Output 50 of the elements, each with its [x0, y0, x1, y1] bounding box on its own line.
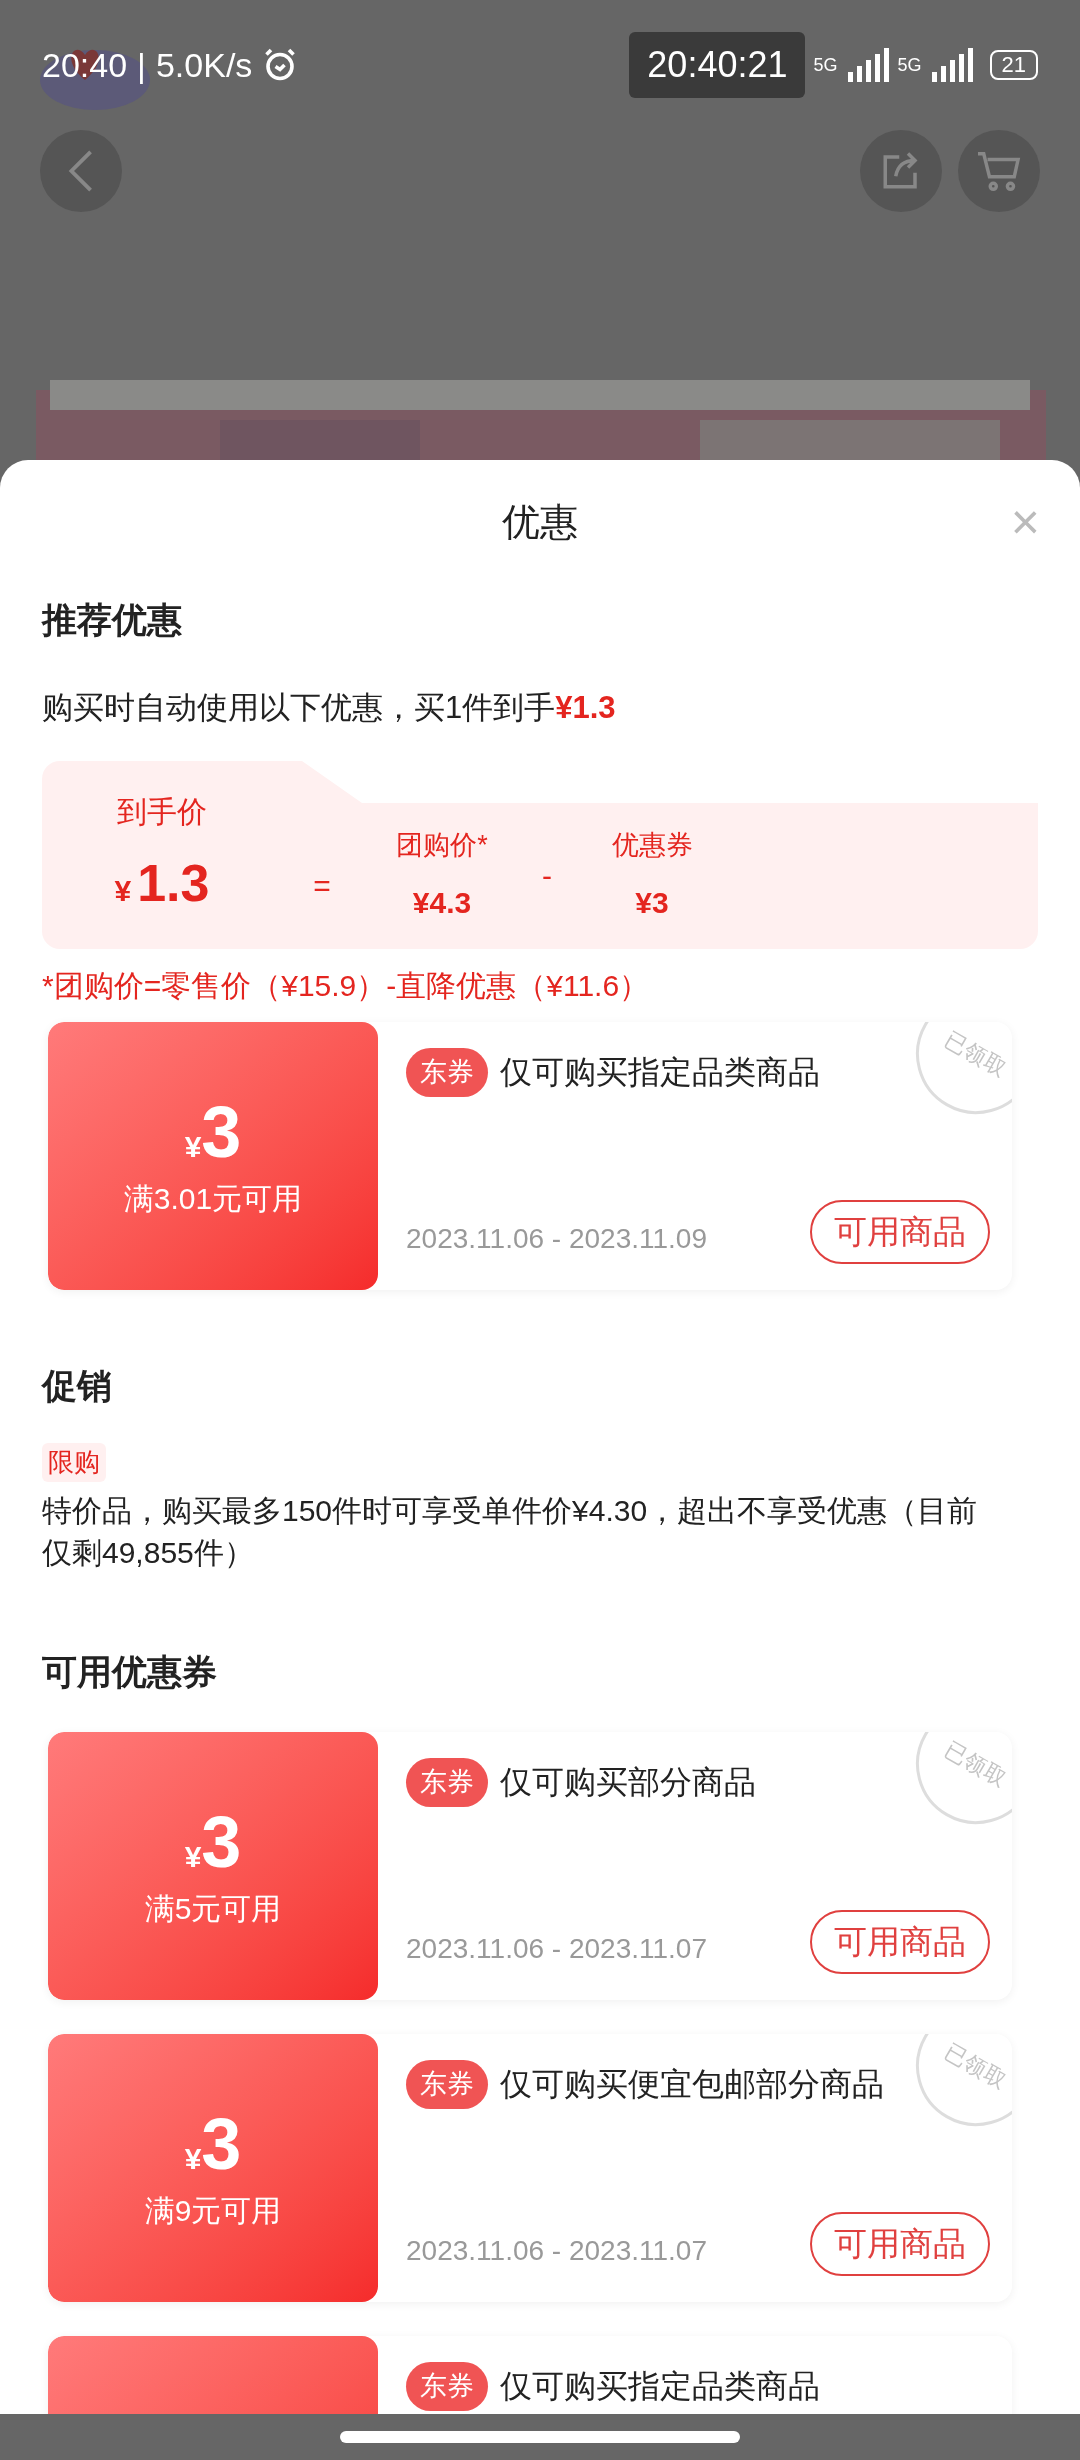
coupon-description: 仅可购买部分商品 — [500, 1763, 756, 1803]
coupon-dates: 2023.11.06 - 2023.11.07 — [406, 2234, 707, 2268]
network-type: 5G — [897, 53, 922, 77]
coupon-dates: 2023.11.06 - 2023.11.07 — [406, 1932, 707, 1966]
price-footnote: *团购价=零售价（¥15.9）-直降优惠（¥11.6） — [42, 968, 651, 1004]
status-separator: | — [137, 44, 146, 86]
currency-sign: ¥ — [184, 1839, 202, 1875]
signal-icon — [845, 48, 890, 82]
available-products-button[interactable]: 可用商品 — [810, 1910, 990, 1974]
coupon-amount: 3 — [201, 2103, 242, 2184]
coupon-price-label: 优惠券 — [611, 829, 693, 863]
coupon-description: 仅可购买便宜包邮部分商品 — [500, 2065, 884, 2105]
coupon-description: 仅可购买指定品类商品 — [500, 2367, 820, 2407]
coupon-condition: 满5元可用 — [144, 1890, 282, 1927]
promotion-tag: 限购 — [42, 1442, 106, 1482]
cart-icon — [976, 150, 1022, 192]
minus-sign: - — [541, 857, 553, 894]
section-heading: 可用优惠券 — [42, 1650, 218, 1693]
coupon-tag: 东券 — [406, 2362, 488, 2411]
currency-sign: ¥ — [184, 1129, 202, 1165]
signal-icon — [929, 48, 974, 82]
available-products-button[interactable]: 可用商品 — [810, 1200, 990, 1264]
coupon-amount: 3 — [201, 1801, 242, 1882]
coupon-dates: 2023.11.06 - 2023.11.09 — [406, 1222, 707, 1256]
promotion-text: 特价品，购买最多150件时可享受单件价¥4.30，超出不享受优惠（目前仅剩49,855件） — [42, 1492, 979, 1571]
section-heading: 推荐优惠 — [42, 599, 183, 641]
currency-sign: ¥ — [184, 2141, 202, 2177]
clock-overlay: 20:40:21 — [629, 32, 806, 98]
group-price: ¥4.3 — [412, 884, 472, 921]
sheet-title: 优惠 — [502, 499, 578, 545]
coupon-condition: 满9元可用 — [144, 2192, 282, 2229]
section-heading: 促销 — [42, 1365, 113, 1407]
battery-level: 21 — [989, 50, 1038, 80]
coupon-amount: 3 — [201, 1091, 242, 1172]
network-speed: 5.0K/s — [155, 44, 253, 86]
coupon-description: 仅可购买指定品类商品 — [500, 1053, 820, 1093]
network-type: 5G — [813, 53, 838, 77]
available-products-button[interactable]: 可用商品 — [810, 2212, 990, 2276]
currency-sign: ¥ — [114, 872, 132, 909]
coupon-price: ¥3 — [635, 884, 669, 921]
final-price-label: 到手价 — [117, 793, 207, 830]
coupon-tag: 东券 — [406, 1758, 488, 1807]
final-price: 1.3 — [137, 852, 210, 914]
coupon-condition: 满3.01元可用 — [123, 1180, 303, 1217]
group-price-label: 团购价* — [396, 829, 488, 863]
summary-text: 购买时自动使用以下优惠，买1件到手¥1.3 — [42, 688, 617, 727]
equals-sign: = — [312, 867, 332, 904]
coupon-tag: 东券 — [406, 1048, 488, 1097]
status-time: 20:40 — [42, 44, 128, 86]
coupon-tag: 东券 — [406, 2060, 488, 2109]
